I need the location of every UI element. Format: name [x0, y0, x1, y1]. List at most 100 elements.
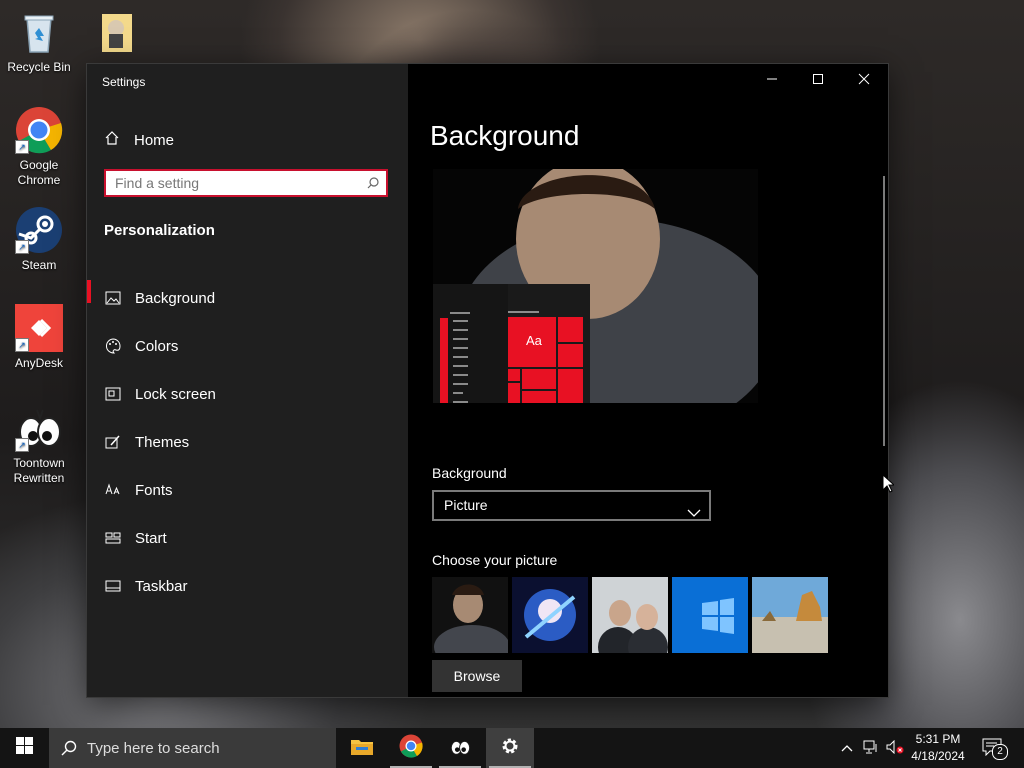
shortcut-arrow-icon: ↗: [15, 140, 29, 154]
action-center-button[interactable]: 2: [978, 728, 1008, 768]
desktop-icon-toontown[interactable]: ↗ Toontown Rewritten: [1, 404, 77, 486]
search-icon: [367, 176, 379, 189]
start-button[interactable]: [0, 728, 48, 768]
taskbar-settings[interactable]: [486, 728, 534, 768]
close-button[interactable]: [841, 64, 887, 98]
palette-icon: [104, 338, 122, 354]
nav-item-start[interactable]: Start: [87, 514, 408, 562]
section-title: Personalization: [104, 222, 215, 239]
taskbar-icon: [104, 578, 122, 594]
start-icon: [104, 530, 122, 546]
nav-item-label: Fonts: [135, 481, 173, 499]
home-label: Home: [134, 131, 175, 149]
clock-date: 4/18/2024: [911, 749, 965, 763]
desktop-icon-image-folder[interactable]: [78, 8, 154, 60]
shortcut-arrow-icon: ↗: [15, 240, 29, 254]
network-button[interactable]: [860, 728, 882, 768]
nav-item-taskbar[interactable]: Taskbar: [87, 562, 408, 610]
maximize-icon: [812, 72, 824, 90]
clock-time: 5:31 PM: [915, 732, 961, 746]
desktop-icon-label: Recycle Bin: [7, 60, 71, 74]
personalization-nav: Background Colors Lock screen Themes Fon…: [87, 274, 408, 610]
find-setting-input[interactable]: [115, 173, 355, 193]
picture-thumbnail[interactable]: [512, 577, 588, 653]
picture-thumbnail[interactable]: [592, 577, 668, 653]
folder-image-icon: [92, 8, 140, 56]
nav-item-label: Colors: [135, 337, 179, 355]
picture-thumbnail[interactable]: [752, 577, 828, 653]
content-scrollbar[interactable]: [883, 176, 885, 446]
anydesk-icon: ↗: [15, 304, 63, 352]
minimize-icon: [766, 72, 778, 90]
volume-button[interactable]: [884, 728, 906, 768]
shortcut-arrow-icon: ↗: [15, 438, 29, 452]
brush-icon: [104, 434, 122, 450]
taskbar-search-placeholder: Type here to search: [87, 739, 220, 757]
notification-count: 2: [992, 744, 1008, 760]
settings-window: Settings Home Personalization Background: [87, 64, 888, 697]
desktop-icon-chrome[interactable]: ↗ Google Chrome: [1, 106, 77, 188]
steam-icon: ↗: [15, 206, 63, 254]
settings-sidebar: Settings Home Personalization Background: [87, 64, 408, 697]
chrome-icon: [399, 734, 423, 763]
gear-icon: [500, 736, 520, 761]
desktop-icon-label: Google Chrome: [17, 158, 61, 187]
maximize-button[interactable]: [795, 64, 841, 98]
background-type-select[interactable]: Picture: [432, 490, 711, 521]
nav-item-label: Themes: [135, 433, 190, 451]
desktop-icon-anydesk[interactable]: ↗ AnyDesk: [1, 304, 77, 371]
choose-picture-label: Choose your picture: [432, 552, 558, 568]
picture-thumbnails: [432, 577, 828, 653]
nav-item-label: Start: [135, 529, 167, 547]
settings-content: Background Aa Background Picture Choose …: [408, 64, 888, 697]
minimize-button[interactable]: [749, 64, 795, 98]
desktop-icon-recycle-bin[interactable]: Recycle Bin: [1, 8, 77, 75]
shortcut-arrow-icon: ↗: [15, 338, 29, 352]
nav-item-fonts[interactable]: Fonts: [87, 466, 408, 514]
notification-icon: 2: [982, 738, 1008, 760]
home-link[interactable]: Home: [104, 130, 174, 150]
show-hidden-icons-button[interactable]: [838, 728, 856, 768]
find-setting-box[interactable]: [104, 169, 388, 197]
browse-button[interactable]: Browse: [432, 660, 522, 692]
taskbar-clock[interactable]: 5:31 PM 4/18/2024: [905, 731, 971, 765]
mouse-cursor-icon: [882, 473, 896, 498]
taskbar-toontown[interactable]: [436, 728, 484, 768]
taskbar-file-explorer[interactable]: [338, 728, 386, 768]
nav-item-label: Taskbar: [135, 577, 188, 595]
taskbar-search-box[interactable]: Type here to search: [49, 728, 336, 768]
window-title: Settings: [102, 75, 146, 89]
nav-item-colors[interactable]: Colors: [87, 322, 408, 370]
file-explorer-icon: [350, 736, 374, 761]
preview-tile-text: Aa: [526, 333, 542, 348]
desktop-icon-steam[interactable]: ↗ Steam: [1, 206, 77, 273]
windows-logo-icon: [15, 737, 33, 759]
chevron-down-icon: [687, 500, 701, 517]
recycle-bin-icon: [15, 8, 63, 56]
chrome-icon: ↗: [15, 106, 63, 154]
desktop-icon-label: AnyDesk: [14, 356, 64, 370]
nav-item-label: Lock screen: [135, 385, 216, 403]
nav-item-background[interactable]: Background: [87, 274, 408, 322]
preview-start-menu: Aa: [433, 309, 588, 403]
toontown-icon: ↗: [15, 404, 63, 452]
lock-screen-icon: [104, 386, 122, 402]
desktop-icon-label: Steam: [21, 258, 57, 272]
network-icon: [863, 740, 879, 757]
background-label: Background: [432, 465, 507, 481]
taskbar: Type here to search 5:31 PM 4/18/2024 2: [0, 728, 1024, 768]
home-icon: [104, 130, 120, 150]
volume-muted-icon: [886, 739, 904, 757]
nav-item-lock-screen[interactable]: Lock screen: [87, 370, 408, 418]
picture-thumbnail[interactable]: [432, 577, 508, 653]
chevron-up-icon: [841, 741, 853, 755]
close-icon: [858, 72, 870, 90]
taskbar-chrome[interactable]: [387, 728, 435, 768]
page-title: Background: [430, 120, 580, 151]
nav-item-themes[interactable]: Themes: [87, 418, 408, 466]
picture-thumbnail[interactable]: [672, 577, 748, 653]
toontown-icon: [449, 734, 471, 763]
font-icon: [104, 482, 122, 498]
picture-icon: [104, 290, 122, 306]
desktop-icon-label: Toontown Rewritten: [13, 456, 65, 485]
